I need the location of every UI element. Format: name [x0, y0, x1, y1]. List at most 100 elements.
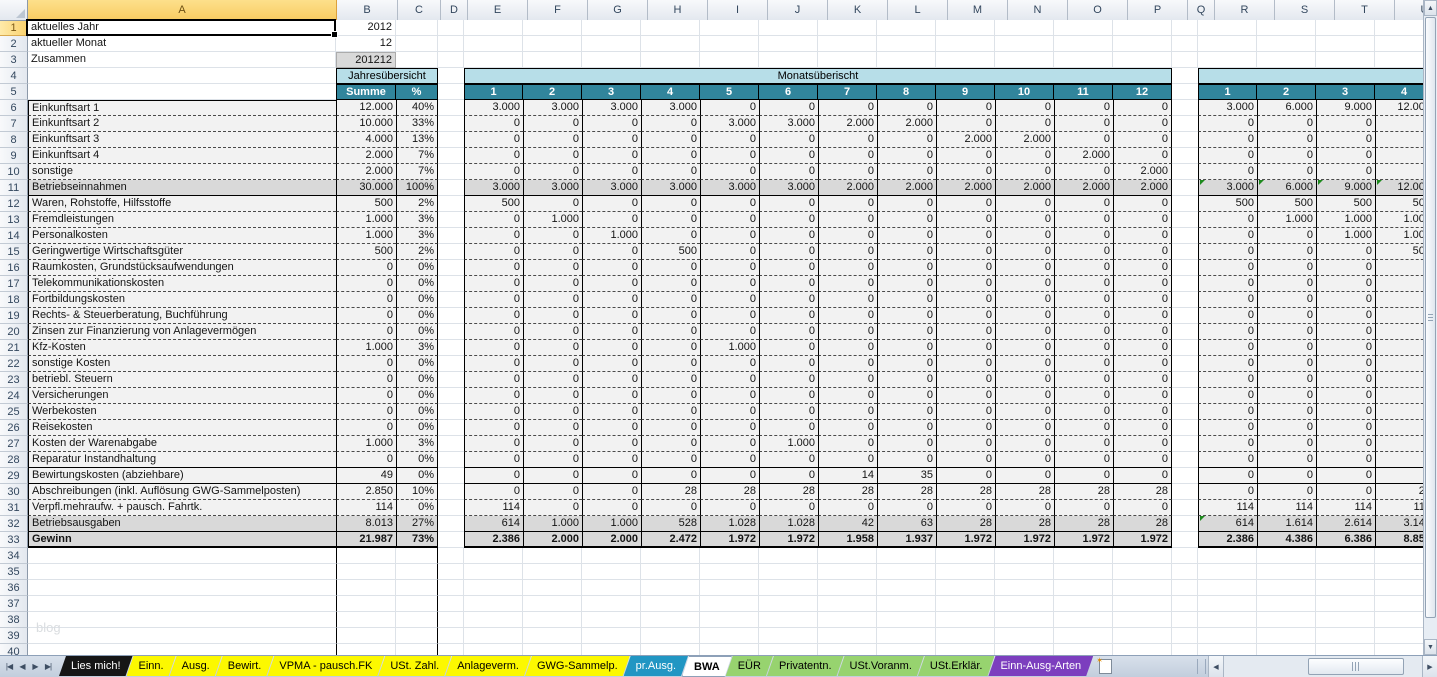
cell-P29[interactable]: 0 — [1113, 468, 1172, 484]
cell-I7[interactable]: 3.000 — [700, 116, 759, 132]
row-header-7[interactable]: 7 — [0, 116, 28, 132]
cell-J21[interactable]: 0 — [759, 340, 818, 356]
cell-K36[interactable] — [818, 580, 877, 596]
cell-E13[interactable]: 0 — [464, 212, 523, 228]
cell-Q36[interactable] — [1172, 580, 1198, 596]
cell-D14[interactable] — [438, 228, 464, 244]
cell-K34[interactable] — [818, 548, 877, 564]
row-header-4[interactable]: 4 — [0, 68, 28, 84]
cell-A10[interactable]: sonstige — [28, 164, 336, 180]
cell-F16[interactable]: 0 — [523, 260, 582, 276]
cell-R18[interactable]: 0 — [1198, 292, 1257, 308]
cell-D3[interactable] — [438, 52, 464, 68]
cell-Q39[interactable] — [1172, 628, 1198, 644]
cell-F10[interactable]: 0 — [523, 164, 582, 180]
row-header-12[interactable]: 12 — [0, 196, 28, 212]
cell-P3[interactable] — [1113, 52, 1172, 68]
cell-E6[interactable]: 3.000 — [464, 100, 523, 116]
cell-K2[interactable] — [818, 36, 877, 52]
cell-O19[interactable]: 0 — [1054, 308, 1113, 324]
cell-Q34[interactable] — [1172, 548, 1198, 564]
cell-P38[interactable] — [1113, 612, 1172, 628]
cell-U28[interactable]: 0 — [1375, 452, 1423, 468]
cell-I10[interactable]: 0 — [700, 164, 759, 180]
cell-T25[interactable]: 0 — [1316, 404, 1375, 420]
cell-L9[interactable]: 0 — [877, 148, 936, 164]
cell-N17[interactable]: 0 — [995, 276, 1054, 292]
cell-I24[interactable]: 0 — [700, 388, 759, 404]
cell-R10[interactable]: 0 — [1198, 164, 1257, 180]
cell-R3[interactable] — [1198, 52, 1257, 68]
column-header-J[interactable]: J — [768, 0, 828, 21]
cell-P16[interactable]: 0 — [1113, 260, 1172, 276]
cell-B40[interactable] — [336, 644, 396, 655]
cell-U15[interactable]: 500 — [1375, 244, 1423, 260]
cell-F9[interactable]: 0 — [523, 148, 582, 164]
cell-U1[interactable] — [1375, 20, 1423, 36]
cell-Q7[interactable] — [1172, 116, 1198, 132]
cell-C29[interactable]: 0% — [396, 468, 438, 484]
cell-K22[interactable]: 0 — [818, 356, 877, 372]
cell-K13[interactable]: 0 — [818, 212, 877, 228]
cell-T16[interactable]: 0 — [1316, 260, 1375, 276]
cell-Q4[interactable] — [1172, 68, 1198, 84]
insert-worksheet-button[interactable]: ✶ — [1096, 656, 1115, 674]
scroll-right-button[interactable]: ▶ — [1422, 656, 1437, 677]
cell-K12[interactable]: 0 — [818, 196, 877, 212]
cell-C16[interactable]: 0% — [396, 260, 438, 276]
cell-E15[interactable]: 0 — [464, 244, 523, 260]
cell-F30[interactable]: 0 — [523, 484, 582, 500]
cell-M13[interactable]: 0 — [936, 212, 995, 228]
cell-J36[interactable] — [759, 580, 818, 596]
cell-E11[interactable]: 3.000 — [464, 180, 523, 196]
cell-O39[interactable] — [1054, 628, 1113, 644]
cell-S5[interactable]: 2 — [1257, 84, 1316, 100]
cell-A26[interactable]: Reisekosten — [28, 420, 336, 436]
cell-P30[interactable]: 28 — [1113, 484, 1172, 500]
cell-J6[interactable]: 0 — [759, 100, 818, 116]
cell-G8[interactable]: 0 — [582, 132, 641, 148]
cell-M21[interactable]: 0 — [936, 340, 995, 356]
cell-G27[interactable]: 0 — [582, 436, 641, 452]
cell-G29[interactable]: 0 — [582, 468, 641, 484]
row-header-21[interactable]: 21 — [0, 340, 28, 356]
cell-S7[interactable]: 0 — [1257, 116, 1316, 132]
cell-Q31[interactable] — [1172, 500, 1198, 516]
cell-J12[interactable]: 0 — [759, 196, 818, 212]
cell-S22[interactable]: 0 — [1257, 356, 1316, 372]
cell-N16[interactable]: 0 — [995, 260, 1054, 276]
cell-O7[interactable]: 0 — [1054, 116, 1113, 132]
cell-O17[interactable]: 0 — [1054, 276, 1113, 292]
cell-Q9[interactable] — [1172, 148, 1198, 164]
cell-K39[interactable] — [818, 628, 877, 644]
cell-D6[interactable] — [438, 100, 464, 116]
cell-H40[interactable] — [641, 644, 700, 655]
cell-K35[interactable] — [818, 564, 877, 580]
cell-L17[interactable]: 0 — [877, 276, 936, 292]
row-header-36[interactable]: 36 — [0, 580, 28, 596]
cell-E28[interactable]: 0 — [464, 452, 523, 468]
cell-P7[interactable]: 0 — [1113, 116, 1172, 132]
cell-K11[interactable]: 2.000 — [818, 180, 877, 196]
cell-N23[interactable]: 0 — [995, 372, 1054, 388]
cell-E37[interactable] — [464, 596, 523, 612]
cell-T31[interactable]: 114 — [1316, 500, 1375, 516]
cell-F11[interactable]: 3.000 — [523, 180, 582, 196]
cell-N10[interactable]: 0 — [995, 164, 1054, 180]
cell-K16[interactable]: 0 — [818, 260, 877, 276]
sheet-tab-anlageverm[interactable]: Anlageverm. — [445, 656, 531, 676]
cell-I14[interactable]: 0 — [700, 228, 759, 244]
cell-H1[interactable] — [641, 20, 700, 36]
cell-N9[interactable]: 0 — [995, 148, 1054, 164]
cell-J22[interactable]: 0 — [759, 356, 818, 372]
cell-P14[interactable]: 0 — [1113, 228, 1172, 244]
cell-M25[interactable]: 0 — [936, 404, 995, 420]
cell-P25[interactable]: 0 — [1113, 404, 1172, 420]
cell-S16[interactable]: 0 — [1257, 260, 1316, 276]
cell-E35[interactable] — [464, 564, 523, 580]
cell-A9[interactable]: Einkunftsart 4 — [28, 148, 336, 164]
cell-T29[interactable]: 0 — [1316, 468, 1375, 484]
cell-T35[interactable] — [1316, 564, 1375, 580]
cell-N31[interactable]: 0 — [995, 500, 1054, 516]
cell-U2[interactable] — [1375, 36, 1423, 52]
